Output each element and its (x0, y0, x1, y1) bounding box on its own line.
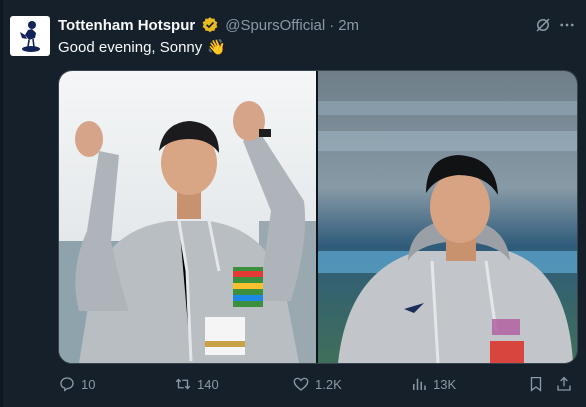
tweet-media[interactable] (58, 70, 578, 364)
separator-dot: · (329, 16, 335, 34)
retweet-icon (175, 378, 191, 390)
reply-button[interactable]: 10 (58, 375, 95, 393)
tweet-body: Good evening, Sonny (58, 38, 203, 56)
photo-son-stadium[interactable] (318, 71, 577, 363)
views-count: 13K (433, 376, 457, 392)
views-button[interactable]: 13K (410, 375, 456, 393)
avatar[interactable] (10, 16, 50, 56)
photo-son-waving-image (59, 71, 316, 363)
retweet-count: 140 (197, 376, 219, 392)
timestamp[interactable]: 2m (338, 17, 359, 34)
heart-icon (293, 377, 309, 391)
share-button[interactable] (555, 375, 573, 393)
handle[interactable]: @SpursOfficial (225, 17, 325, 34)
views-chart-icon (413, 378, 426, 390)
display-name[interactable]: Tottenham Hotspur (58, 17, 195, 34)
reply-icon (60, 377, 74, 392)
waving-hand-emoji: 👋 (207, 39, 226, 56)
grok-icon[interactable] (534, 16, 552, 34)
photo-son-stadium-image (318, 71, 577, 363)
tweet-actions: 10 140 1.2K 13K (58, 372, 576, 396)
bookmark-button[interactable] (527, 375, 545, 393)
like-count: 1.2K (315, 376, 342, 392)
reply-count: 10 (81, 376, 96, 392)
timeline-edge (0, 0, 3, 407)
more-options-icon[interactable] (558, 16, 576, 34)
spurs-cockerel-logo-icon (20, 21, 40, 52)
like-button[interactable]: 1.2K (292, 375, 342, 393)
tweet-text: Good evening, Sonny 👋 (58, 38, 226, 57)
photo-son-waving[interactable] (59, 71, 316, 363)
verified-badge-icon (202, 17, 218, 33)
share-icon (557, 376, 571, 391)
tweet-header: Tottenham Hotspur @SpursOfficial · 2m (58, 14, 546, 36)
retweet-button[interactable]: 140 (174, 375, 219, 393)
bookmark-icon (530, 376, 542, 392)
